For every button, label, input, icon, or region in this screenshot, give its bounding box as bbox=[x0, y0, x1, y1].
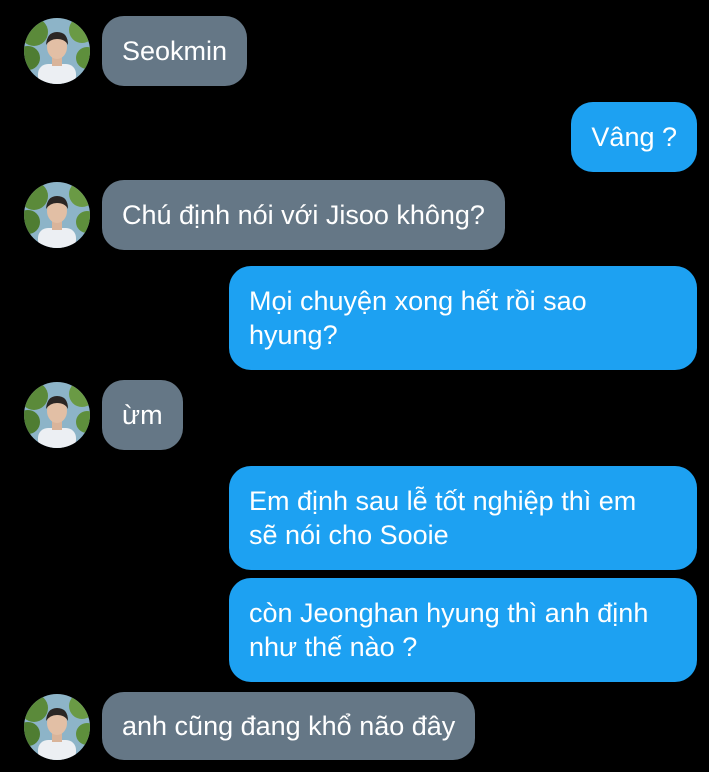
message-text: còn Jeonghan hyung thì anh định như thế … bbox=[249, 596, 648, 664]
message-line: còn Jeonghan hyung thì anh định bbox=[249, 598, 649, 628]
contact-avatar-icon[interactable] bbox=[24, 182, 90, 248]
incoming-message[interactable]: anh cũng đang khổ não đây bbox=[102, 692, 476, 760]
outgoing-message[interactable]: Vâng ? bbox=[571, 102, 697, 172]
incoming-message[interactable]: ừm bbox=[102, 380, 183, 450]
contact-avatar-icon[interactable] bbox=[24, 382, 90, 448]
message-line: hyung? bbox=[249, 320, 338, 350]
contact-avatar-icon[interactable] bbox=[24, 18, 90, 84]
message-text: Seokmin bbox=[122, 36, 228, 66]
message-text: ừm bbox=[122, 400, 163, 430]
message-text: anh cũng đang khổ não đây bbox=[122, 711, 456, 741]
outgoing-message[interactable]: Em định sau lễ tốt nghiệp thì em sẽ nói … bbox=[229, 466, 697, 570]
incoming-message[interactable]: Seokmin bbox=[102, 16, 248, 86]
message-line: như thế nào ? bbox=[249, 632, 418, 662]
incoming-message[interactable]: Chú định nói với Jisoo không? bbox=[102, 180, 505, 250]
message-text: Vâng ? bbox=[591, 122, 677, 152]
contact-avatar-icon[interactable] bbox=[24, 694, 90, 760]
message-text: Em định sau lễ tốt nghiệp thì em sẽ nói … bbox=[249, 484, 636, 552]
message-line: sẽ nói cho Sooie bbox=[249, 520, 449, 550]
outgoing-message[interactable]: còn Jeonghan hyung thì anh định như thế … bbox=[229, 578, 697, 682]
message-text: Mọi chuyện xong hết rồi sao hyung? bbox=[249, 284, 587, 352]
message-line: Mọi chuyện xong hết rồi sao bbox=[249, 286, 587, 316]
outgoing-message[interactable]: Mọi chuyện xong hết rồi sao hyung? bbox=[229, 266, 697, 370]
message-text: Chú định nói với Jisoo không? bbox=[122, 200, 485, 230]
message-line: Em định sau lễ tốt nghiệp thì em bbox=[249, 486, 637, 516]
